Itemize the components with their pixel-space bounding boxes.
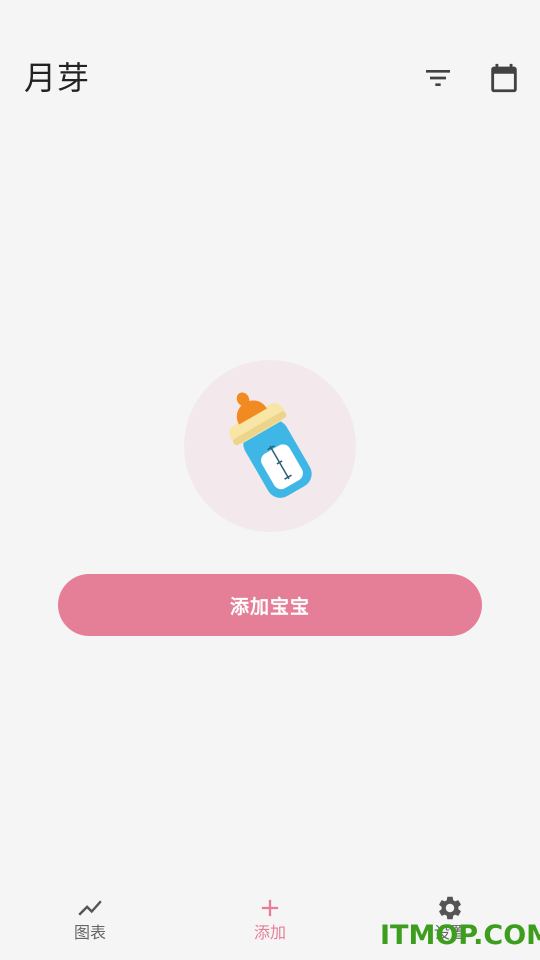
- site-watermark: ITMOP.COM: [380, 920, 540, 951]
- add-baby-button[interactable]: 添加宝宝: [58, 574, 482, 636]
- app-header: 月芽: [0, 0, 540, 130]
- nav-item-chart[interactable]: 图表: [0, 880, 180, 960]
- nav-label-add: 添加: [253, 923, 286, 942]
- plus-icon: [261, 899, 279, 917]
- nav-item-add[interactable]: 添加: [180, 880, 360, 960]
- nav-label-chart: 图表: [73, 923, 106, 942]
- baby-bottle-icon: [229, 392, 312, 498]
- calendar-button[interactable]: [480, 54, 528, 102]
- empty-state-illustration: [184, 360, 356, 532]
- filter-button[interactable]: [414, 54, 462, 102]
- filter-icon: [426, 70, 450, 86]
- app-title: 月芽: [24, 59, 91, 97]
- trending-chart-icon: [78, 900, 102, 916]
- calendar-icon: [491, 63, 517, 93]
